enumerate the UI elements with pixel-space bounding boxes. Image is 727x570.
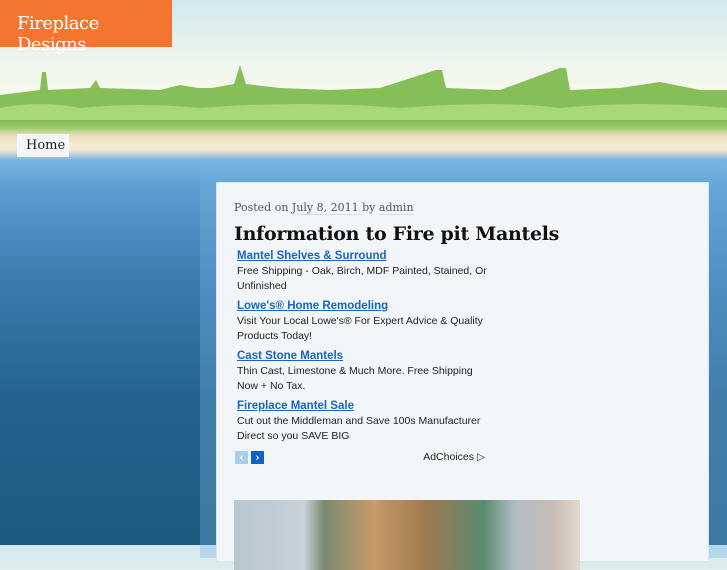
ad-block: Mantel Shelves & Surround Free Shipping -…	[237, 249, 495, 449]
ad-next-button[interactable]: ›	[251, 451, 264, 464]
ad-link[interactable]: Cast Stone Mantels	[237, 349, 495, 364]
ad-text: Cut out the Middleman and Save 100s Manu…	[237, 415, 481, 442]
post-article: Posted on July 8, 2011 by admin Informat…	[216, 182, 709, 570]
post-date-link[interactable]: July 8, 2011	[291, 201, 359, 215]
post-title: Information to Fire pit Mantels	[234, 223, 560, 245]
ad-item: Cast Stone Mantels Thin Cast, Limestone &…	[237, 349, 495, 399]
ad-link[interactable]: Lowe's® Home Remodeling	[237, 299, 495, 314]
ad-text: Thin Cast, Limestone & Much More. Free S…	[237, 365, 473, 392]
author-link[interactable]: admin	[378, 201, 414, 215]
ad-text: Visit Your Local Lowe's® For Expert Advi…	[237, 315, 483, 342]
ad-link[interactable]: Mantel Shelves & Surround	[237, 249, 495, 264]
ad-text: Free Shipping - Oak, Birch, MDF Painted,…	[237, 265, 487, 292]
posted-on-label: Posted on	[234, 201, 289, 214]
nav-home[interactable]: Home	[17, 134, 69, 157]
by-label: by	[362, 201, 376, 214]
adchoices-link[interactable]: AdChoices ▷	[423, 451, 485, 463]
post-image	[234, 500, 580, 570]
ad-item: Fireplace Mantel Sale Cut out the Middlem…	[237, 399, 495, 449]
adchoices-label: AdChoices	[423, 451, 474, 463]
adchoices-icon: ▷	[476, 451, 485, 463]
ad-prev-button[interactable]: ‹	[235, 451, 248, 464]
ad-footer: ‹ › AdChoices ▷	[235, 451, 493, 465]
skyline-header-image	[0, 65, 727, 120]
ad-item: Mantel Shelves & Surround Free Shipping -…	[237, 249, 495, 299]
ad-link[interactable]: Fireplace Mantel Sale	[237, 399, 495, 414]
post-meta: Posted on July 8, 2011 by admin	[234, 201, 414, 215]
ad-item: Lowe's® Home Remodeling Visit Your Local …	[237, 299, 495, 349]
site-title-logo[interactable]: Fireplace Designs	[0, 0, 172, 55]
